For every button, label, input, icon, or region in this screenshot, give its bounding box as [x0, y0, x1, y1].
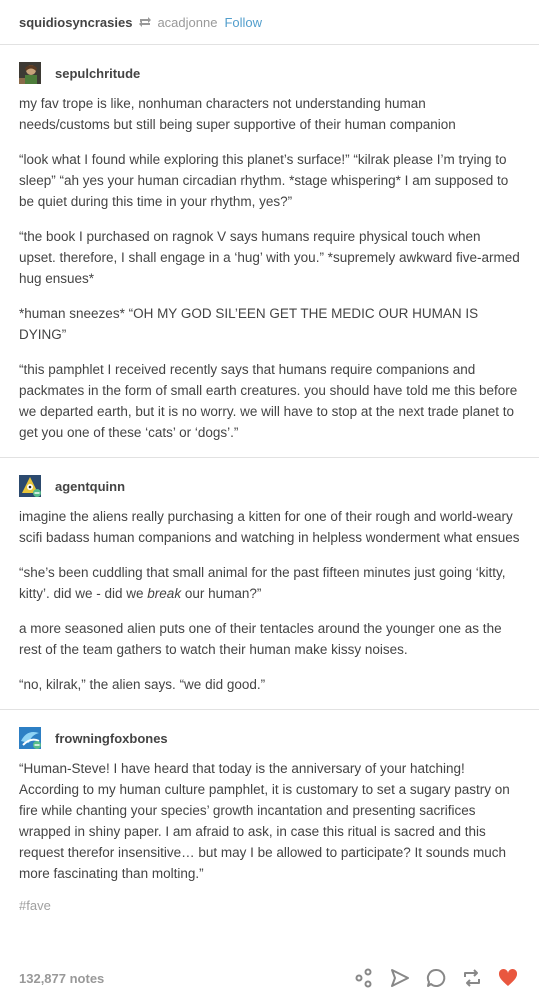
post-actions: [352, 966, 520, 990]
post-paragraph: imagine the aliens really purchasing a k…: [19, 509, 520, 545]
username[interactable]: agentquinn: [55, 479, 125, 494]
post-paragraph: my fav trope is like, nonhuman character…: [19, 96, 456, 132]
post-frowningfoxbones: frowningfoxbones “Human-Steve! I have he…: [0, 710, 539, 913]
post-agentquinn: agentquinn imagine the aliens really pur…: [0, 458, 539, 710]
follow-button[interactable]: Follow: [224, 15, 262, 30]
avatar[interactable]: [19, 727, 41, 749]
post-paragraph: “this pamphlet I received recently says …: [19, 362, 518, 440]
reblogged-from[interactable]: acadjonne: [157, 15, 217, 30]
tag[interactable]: #fave: [19, 898, 520, 913]
post-paragraph: “the book I purchased on ragnok V says h…: [19, 229, 520, 286]
post-paragraph: *human sneezes* “OH MY GOD SIL’EEN GET T…: [19, 306, 479, 342]
post-paragraph: “look what I found while exploring this …: [19, 152, 509, 209]
avatar[interactable]: [19, 475, 41, 497]
post-footer: 132,877 notes: [0, 960, 539, 996]
post-paragraph: a more seasoned alien puts one of their …: [19, 621, 502, 657]
username[interactable]: frowningfoxbones: [55, 731, 168, 746]
notes-count[interactable]: 132,877 notes: [19, 971, 104, 986]
reply-icon[interactable]: [424, 966, 448, 990]
blog-name[interactable]: squidiosyncrasies: [19, 15, 132, 30]
reblog-icon: [138, 16, 152, 28]
send-icon[interactable]: [388, 966, 412, 990]
username[interactable]: sepulchritude: [55, 66, 140, 81]
heart-icon[interactable]: [496, 966, 520, 990]
post-paragraph: “she’s been cuddling that small animal f…: [19, 565, 506, 601]
share-icon[interactable]: [352, 966, 376, 990]
post-paragraph: “Human-Steve! I have heard that today is…: [19, 761, 510, 881]
post-header: squidiosyncrasies acadjonne Follow: [0, 0, 539, 45]
avatar[interactable]: [19, 62, 41, 84]
post-sepulchritude: sepulchritude my fav trope is like, nonh…: [0, 45, 539, 458]
post-paragraph: “no, kilrak,” the alien says. “we did go…: [19, 677, 266, 692]
reblog-icon[interactable]: [460, 966, 484, 990]
